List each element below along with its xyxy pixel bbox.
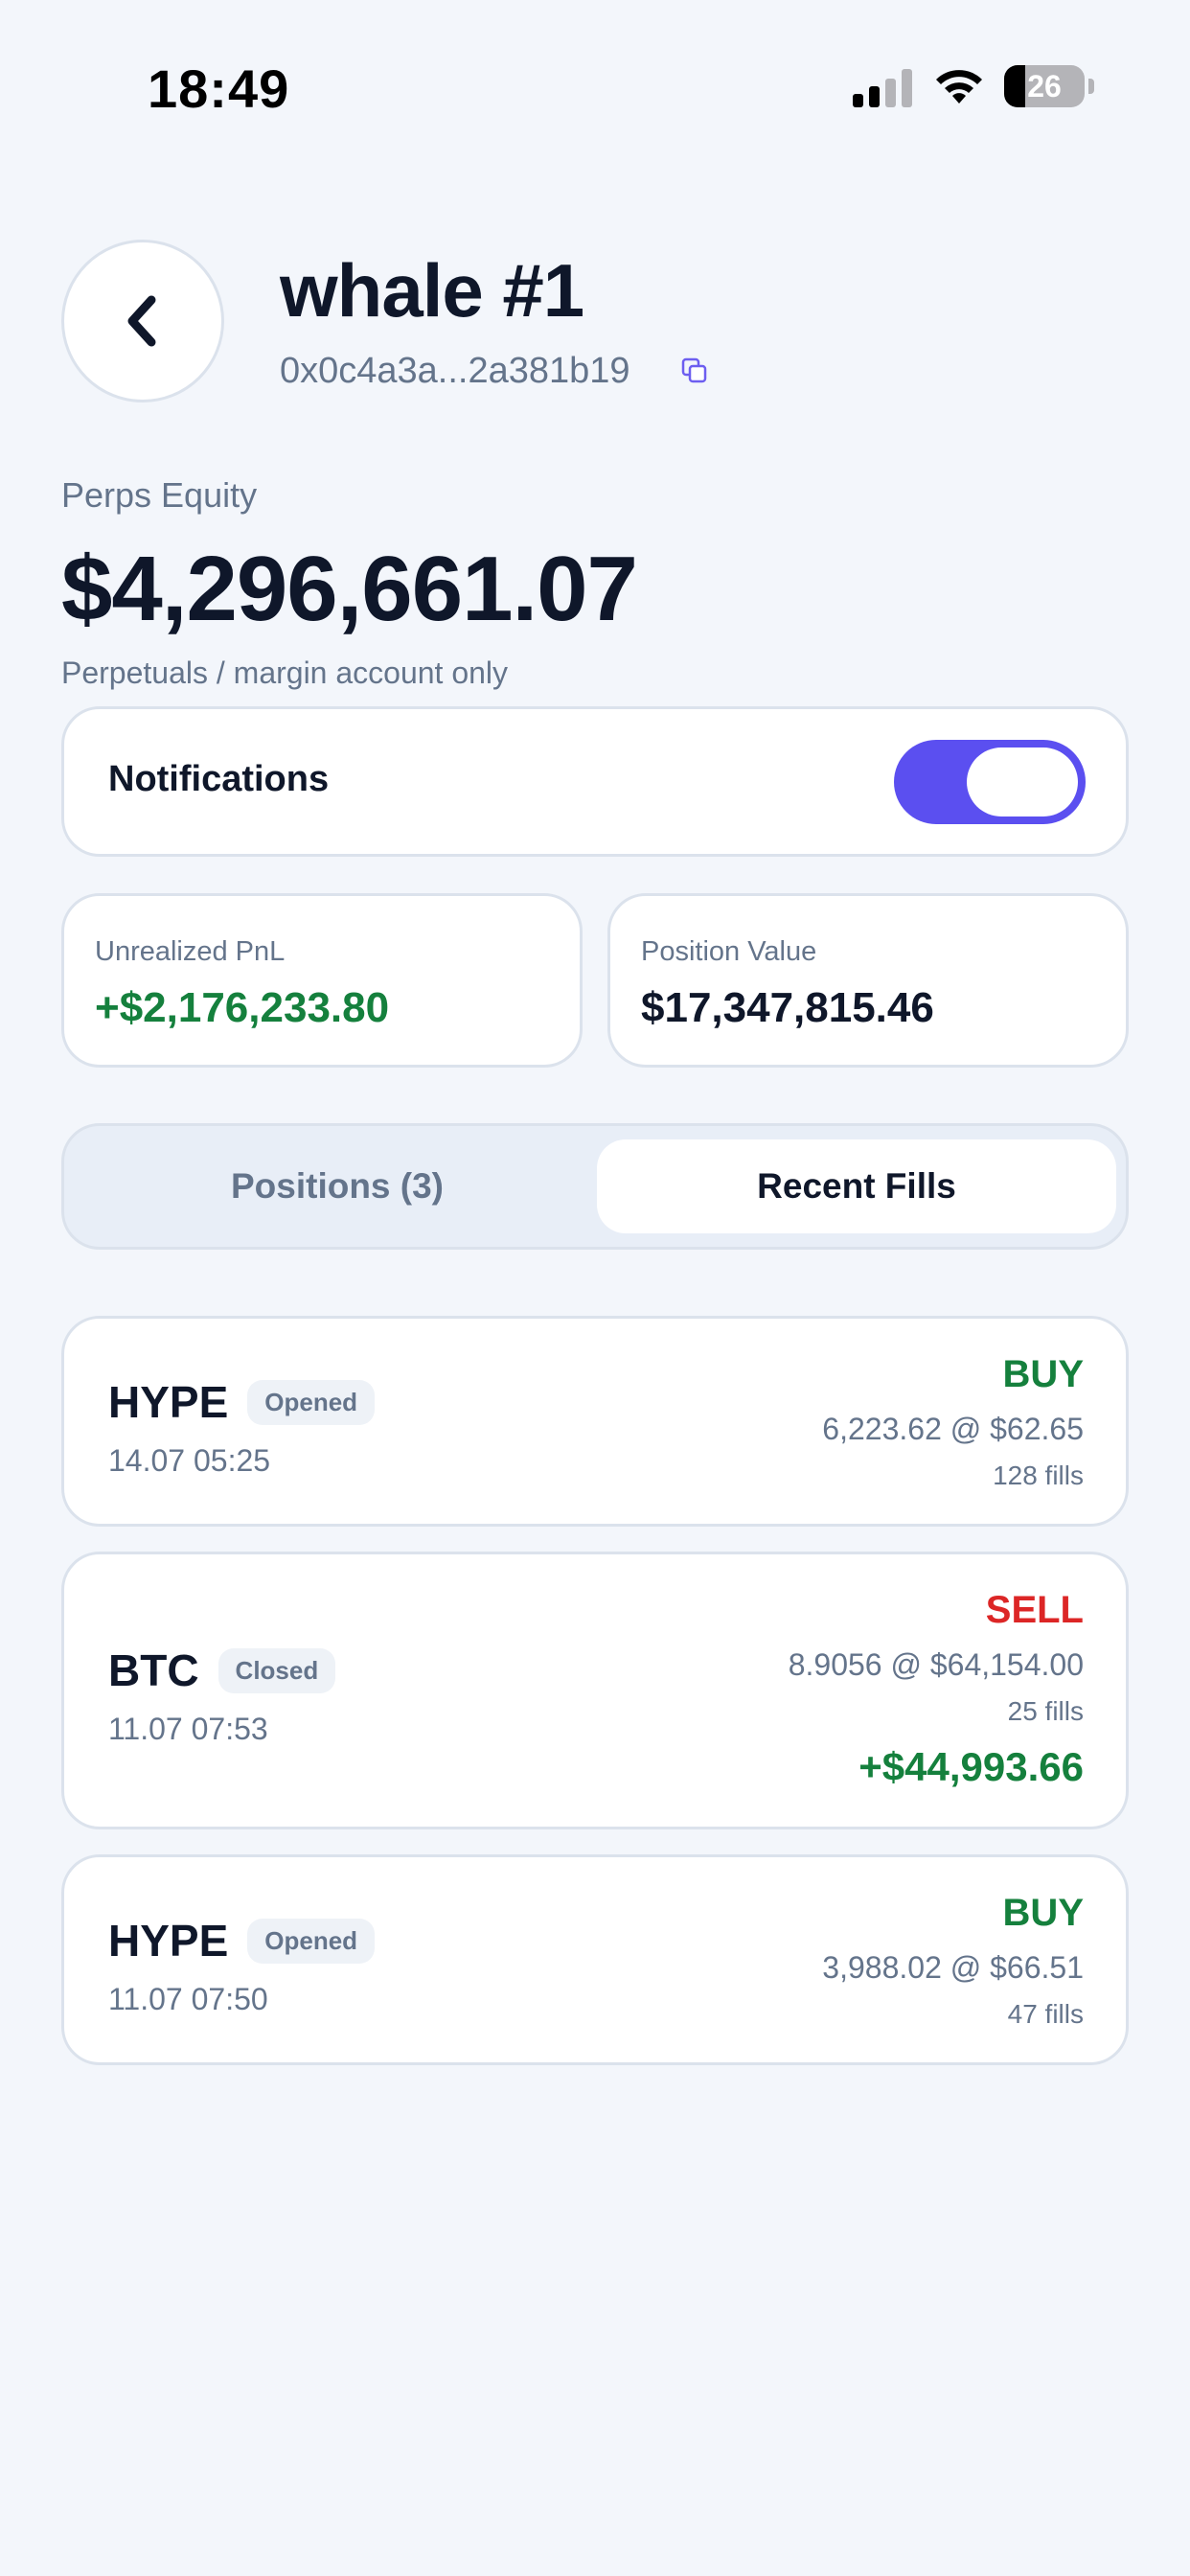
status-badge: Opened bbox=[247, 1918, 376, 1964]
fill-coin: BTC bbox=[108, 1645, 199, 1695]
fill-side: BUY bbox=[1002, 1892, 1084, 1934]
unrealized-pnl-label: Unrealized PnL bbox=[95, 936, 286, 967]
unrealized-pnl-value: +$2,176,233.80 bbox=[95, 984, 390, 1031]
fill-coin: HYPE bbox=[108, 1377, 229, 1427]
equity-value: $4,296,661.07 bbox=[61, 538, 638, 640]
battery-nub bbox=[1088, 79, 1094, 94]
position-value-label: Position Value bbox=[641, 936, 817, 967]
battery-percent: 26 bbox=[1027, 69, 1062, 104]
notifications-card: Notifications bbox=[61, 706, 1129, 857]
fill-count: 47 fills bbox=[1007, 1999, 1084, 2029]
toggle-knob bbox=[967, 748, 1078, 816]
fill-date: 11.07 07:50 bbox=[108, 1982, 268, 2016]
wallet-address: 0x0c4a3a...2a381b19 bbox=[280, 351, 630, 391]
fill-date: 11.07 07:53 bbox=[108, 1712, 268, 1746]
position-value-card: Position Value $17,347,815.46 bbox=[607, 893, 1129, 1068]
fill-count: 25 fills bbox=[1007, 1696, 1084, 1726]
fill-date: 14.07 05:25 bbox=[108, 1443, 271, 1478]
copy-icon[interactable] bbox=[680, 356, 709, 385]
page-title: whale #1 bbox=[280, 248, 584, 333]
back-button[interactable] bbox=[61, 240, 224, 402]
segmented-tabs: Positions (3) Recent Fills bbox=[61, 1123, 1129, 1250]
fill-side: BUY bbox=[1002, 1353, 1084, 1395]
cellular-signal-icon bbox=[853, 69, 914, 107]
position-value-value: $17,347,815.46 bbox=[641, 984, 934, 1031]
status-time: 18:49 bbox=[148, 58, 290, 119]
wifi-icon bbox=[936, 70, 982, 104]
fill-realized-pnl: +$44,993.66 bbox=[858, 1744, 1084, 1789]
fill-quantity-price: 8.9056 @ $64,154.00 bbox=[788, 1647, 1084, 1682]
notifications-label: Notifications bbox=[108, 759, 330, 799]
fill-card[interactable]: HYPE Opened 11.07 07:50 BUY 3,988.02 @ $6… bbox=[61, 1854, 1129, 2065]
fill-card[interactable]: BTC Closed 11.07 07:53 SELL 8.9056 @ $64,… bbox=[61, 1552, 1129, 1829]
fill-quantity-price: 6,223.62 @ $62.65 bbox=[822, 1412, 1084, 1446]
tab-recent-fills[interactable]: Recent Fills bbox=[597, 1139, 1116, 1233]
battery-icon: 26 bbox=[1004, 65, 1085, 107]
status-bar: 18:49 26 bbox=[0, 0, 1190, 144]
unrealized-pnl-card: Unrealized PnL +$2,176,233.80 bbox=[61, 893, 583, 1068]
fill-side: SELL bbox=[985, 1589, 1084, 1631]
notifications-toggle[interactable] bbox=[894, 740, 1086, 824]
status-badge: Opened bbox=[247, 1379, 376, 1425]
fill-coin: HYPE bbox=[108, 1916, 229, 1966]
equity-label: Perps Equity bbox=[61, 475, 258, 515]
fill-card[interactable]: HYPE Opened 14.07 05:25 BUY 6,223.62 @ $6… bbox=[61, 1316, 1129, 1527]
fill-count: 128 fills bbox=[993, 1460, 1084, 1490]
tab-positions[interactable]: Positions (3) bbox=[78, 1139, 597, 1233]
status-badge: Closed bbox=[217, 1647, 336, 1693]
equity-note: Perpetuals / margin account only bbox=[61, 656, 509, 690]
fill-quantity-price: 3,988.02 @ $66.51 bbox=[822, 1950, 1084, 1985]
chevron-left-icon bbox=[127, 295, 156, 347]
